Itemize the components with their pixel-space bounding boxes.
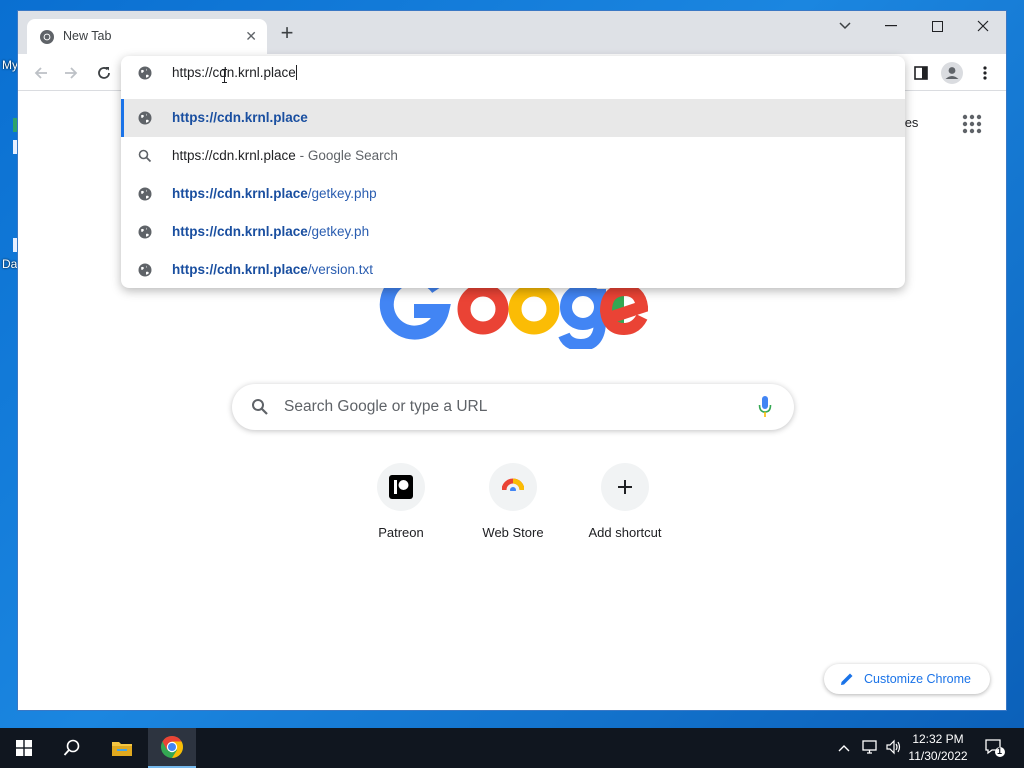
chrome-icon: [40, 30, 54, 44]
suggestion-separator: -: [295, 148, 308, 163]
suggestion-url: https://cdn.krnl.place: [172, 224, 308, 239]
suggestion-url: https://cdn.krnl.place: [172, 186, 308, 201]
search-button[interactable]: [48, 728, 96, 768]
close-icon[interactable]: [960, 11, 1006, 41]
forward-icon[interactable]: [60, 62, 82, 84]
chrome-icon: [161, 736, 183, 758]
new-tab-button[interactable]: +: [276, 22, 298, 45]
taskbar: 12:32 PM 11/30/2022 1: [0, 728, 1024, 768]
shortcut-add[interactable]: Add shortcut: [569, 463, 681, 553]
search-icon: [252, 399, 268, 415]
search-placeholder: Search Google or type a URL: [284, 398, 488, 415]
suggestion-text: https://cdn.krnl.place/getkey.php: [172, 186, 377, 201]
side-panel-icon[interactable]: [910, 62, 932, 84]
chrome-taskbar-button[interactable]: [148, 728, 196, 768]
web-store-icon: [502, 478, 524, 496]
globe-icon: [138, 187, 152, 201]
ntp-search-box[interactable]: Search Google or type a URL: [232, 384, 794, 430]
suggestion-item[interactable]: https://cdn.krnl.place/version.txt: [121, 251, 905, 288]
close-tab-icon[interactable]: ✕: [245, 28, 257, 44]
desktop-icon-label[interactable]: Da: [2, 257, 17, 271]
maximize-icon[interactable]: [914, 11, 960, 41]
folder-icon: [112, 742, 132, 756]
start-button[interactable]: [0, 728, 48, 768]
suggestion-item[interactable]: https://cdn.krnl.place: [121, 99, 905, 137]
text-caret: [295, 65, 297, 80]
tab-search-icon[interactable]: [822, 11, 868, 41]
chevron-up-icon[interactable]: [838, 739, 850, 757]
suggestion-engine: Google Search: [307, 148, 398, 163]
omnibox-dropdown: https://cdn.krnl.place https://cdn.krnl.…: [121, 56, 905, 288]
suggestion-path: /getkey.ph: [307, 224, 370, 239]
volume-icon[interactable]: [885, 739, 901, 760]
suggestion-query: https://cdn.krnl.place: [172, 148, 296, 163]
clock-time: 12:32 PM: [912, 732, 964, 746]
shortcut-patreon[interactable]: Patreon: [345, 463, 457, 553]
tab-title: New Tab: [63, 29, 112, 43]
patreon-icon: [389, 475, 413, 499]
address-input-value: https://cdn.krnl.place: [172, 65, 296, 80]
globe-icon: [138, 66, 152, 80]
suggestion-item[interactable]: https://cdn.krnl.place/getkey.php: [121, 175, 905, 213]
globe-icon: [138, 225, 152, 239]
suggestion-text: https://cdn.krnl.place - Google Search: [172, 148, 398, 163]
address-bar[interactable]: https://cdn.krnl.place: [121, 56, 905, 90]
tab-new-tab[interactable]: New Tab ✕: [27, 19, 267, 54]
back-icon[interactable]: [30, 62, 52, 84]
profile-icon[interactable]: [941, 62, 963, 84]
windows-icon: [16, 740, 32, 756]
pencil-icon: [841, 673, 853, 685]
desktop-icon-label[interactable]: My: [2, 58, 18, 72]
file-explorer-button[interactable]: [98, 728, 146, 768]
microphone-icon[interactable]: [758, 396, 772, 418]
shortcut-tile: [489, 463, 537, 511]
search-icon: [63, 739, 80, 756]
more-menu-icon[interactable]: [974, 62, 996, 84]
suggestion-path: /getkey.php: [307, 186, 377, 201]
shortcut-web-store[interactable]: Web Store: [457, 463, 569, 553]
shortcut-tile: [377, 463, 425, 511]
address-input[interactable]: https://cdn.krnl.place: [172, 65, 297, 80]
plus-icon: [618, 480, 632, 494]
suggestion-text: https://cdn.krnl.place/getkey.ph: [172, 224, 369, 239]
network-icon[interactable]: [862, 739, 880, 760]
shortcut-label: Add shortcut: [588, 525, 662, 540]
suggestion-url: https://cdn.krnl.place: [172, 110, 308, 125]
reload-icon[interactable]: [93, 62, 115, 84]
clock-date: 11/30/2022: [908, 749, 968, 763]
suggestion-url: https://cdn.krnl.place: [172, 262, 308, 277]
search-icon: [138, 149, 152, 163]
suggestion-path: /version.txt: [307, 262, 374, 277]
shortcut-label: Web Store: [482, 525, 544, 540]
text-cursor-icon: [222, 69, 227, 83]
minimize-icon[interactable]: [868, 11, 914, 41]
title-bar: New Tab ✕ +: [18, 11, 1006, 54]
suggestion-item[interactable]: https://cdn.krnl.place - Google Search: [121, 137, 905, 175]
notification-icon[interactable]: 1: [984, 737, 1006, 764]
system-clock[interactable]: 12:32 PM 11/30/2022: [902, 731, 974, 765]
suggestion-item[interactable]: https://cdn.krnl.place/getkey.ph: [121, 213, 905, 251]
chrome-window: New Tab ✕ + https://cdn.krnl.place https…: [17, 10, 1007, 711]
suggestion-text: https://cdn.krnl.place/version.txt: [172, 262, 373, 277]
notification-count: 1: [997, 746, 1003, 756]
globe-icon: [138, 111, 152, 125]
suggestion-text: https://cdn.krnl.place: [172, 110, 308, 125]
customize-chrome-button[interactable]: Customize Chrome: [824, 664, 990, 694]
apps-grid-icon[interactable]: [962, 114, 982, 134]
globe-icon: [138, 263, 152, 277]
customize-chrome-label: Customize Chrome: [864, 672, 971, 686]
shortcut-label: Patreon: [378, 525, 424, 540]
shortcut-tile: [601, 463, 649, 511]
